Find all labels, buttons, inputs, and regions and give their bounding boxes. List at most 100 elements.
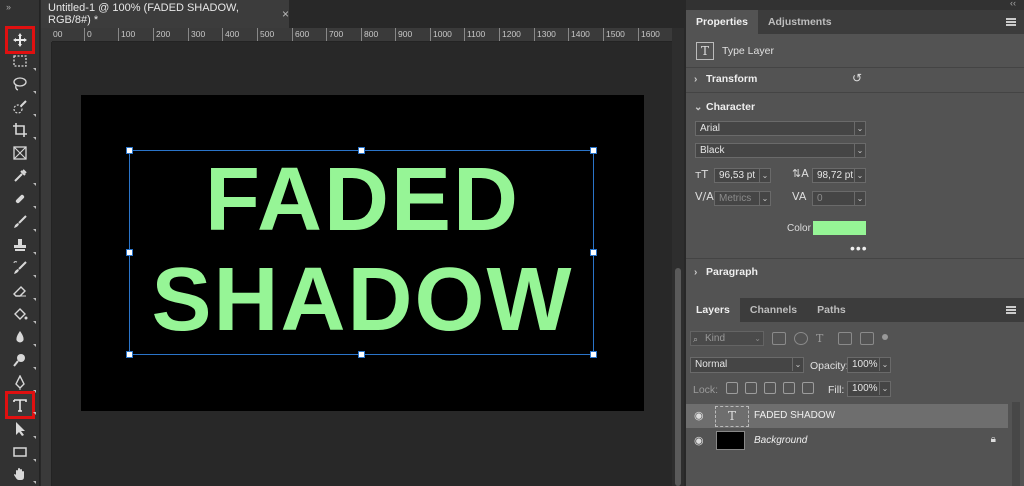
tab-layers[interactable]: Layers: [686, 298, 740, 322]
chevron-right-icon: ›: [694, 266, 698, 278]
history-brush-tool-icon[interactable]: [8, 257, 36, 279]
eyedropper-tool-icon[interactable]: [8, 165, 36, 187]
kerning-value: Metrics: [719, 193, 752, 204]
font-family-select[interactable]: Arial ⌄: [695, 121, 866, 136]
kind-filter-select[interactable]: ⌕ Kind ⌄: [690, 331, 764, 346]
chevron-right-icon: ›: [694, 73, 698, 85]
marquee-tool-icon[interactable]: [8, 50, 36, 72]
lasso-tool-icon[interactable]: [8, 73, 36, 95]
lock-position-icon[interactable]: [764, 382, 776, 394]
tracking-select[interactable]: 0 ⌄: [812, 191, 866, 206]
transform-handle-top[interactable]: [358, 147, 365, 154]
transform-bounding-box[interactable]: [126, 147, 597, 358]
crop-tool-icon[interactable]: [8, 119, 36, 141]
lock-image-icon[interactable]: [745, 382, 757, 394]
filter-toggle-icon[interactable]: [882, 333, 888, 340]
ruler-tick: 400: [222, 28, 239, 41]
brush-tool-icon[interactable]: [8, 211, 36, 233]
more-options-icon[interactable]: •••: [850, 240, 868, 256]
ruler-tick: 700: [326, 28, 343, 41]
clone-stamp-tool-icon[interactable]: [8, 234, 36, 256]
collapse-panels-icon[interactable]: ‹‹: [1010, 0, 1016, 8]
fill-select[interactable]: 100% ⌄: [847, 381, 891, 397]
scrollbar-thumb[interactable]: [675, 268, 681, 486]
paragraph-section-header[interactable]: › Paragraph: [694, 266, 758, 278]
transform-handle-right[interactable]: [590, 249, 597, 256]
chevron-down-icon: ⌄: [879, 382, 890, 395]
healing-brush-tool-icon[interactable]: [8, 188, 36, 210]
path-selection-tool-icon[interactable]: [8, 418, 36, 440]
ruler-tick: 1600: [638, 28, 660, 41]
blur-tool-icon[interactable]: [8, 326, 36, 348]
type-tool-icon[interactable]: [5, 391, 36, 419]
character-section-header[interactable]: ⌄ Character: [694, 101, 755, 113]
reset-transform-icon[interactable]: ↺: [852, 71, 862, 85]
shape-filter-icon[interactable]: [838, 332, 852, 345]
layer-row[interactable]: ◉ T FADED SHADOW: [686, 404, 1008, 428]
blend-mode-select[interactable]: Normal ⌄: [690, 357, 804, 373]
lock-all-icon[interactable]: [802, 382, 814, 394]
lock-icon: 🔒︎: [990, 434, 996, 445]
transform-section-header[interactable]: › Transform: [694, 73, 757, 85]
background-layer-thumbnail: [716, 431, 745, 450]
layer-name[interactable]: FADED SHADOW: [754, 410, 835, 421]
type-filter-icon[interactable]: T: [816, 332, 830, 345]
adjustment-filter-icon[interactable]: [794, 332, 808, 345]
vertical-ruler[interactable]: [41, 42, 52, 486]
paragraph-label: Paragraph: [706, 266, 758, 278]
frame-tool-icon[interactable]: [8, 142, 32, 164]
font-size-select[interactable]: 96,53 pt ⌄: [714, 168, 771, 183]
visibility-eye-icon[interactable]: ◉: [694, 434, 706, 447]
ruler-tick: 1500: [603, 28, 625, 41]
tab-paths[interactable]: Paths: [807, 298, 856, 322]
color-label: Color: [787, 223, 811, 234]
text-layer-thumbnail: T: [715, 406, 749, 427]
transform-handle-bottom-left[interactable]: [126, 351, 133, 358]
opacity-select[interactable]: 100% ⌄: [847, 357, 891, 373]
rectangle-tool-icon[interactable]: [8, 441, 36, 463]
text-color-swatch[interactable]: [813, 221, 866, 235]
layers-panel: Layers Channels Paths ⌕ Kind ⌄ T Normal …: [686, 298, 1024, 486]
lock-artboard-icon[interactable]: [783, 382, 795, 394]
canvas-area[interactable]: FADED SHADOW: [52, 42, 672, 486]
kerning-select[interactable]: Metrics ⌄: [714, 191, 771, 206]
document-canvas[interactable]: FADED SHADOW: [81, 95, 644, 411]
layer-name[interactable]: Background: [754, 435, 807, 446]
leading-select[interactable]: 98,72 pt ⌄: [812, 168, 866, 183]
font-style-select[interactable]: Black ⌄: [695, 143, 866, 158]
lock-transparent-icon[interactable]: [726, 382, 738, 394]
image-filter-icon[interactable]: [772, 332, 786, 345]
transform-handle-bottom[interactable]: [358, 351, 365, 358]
layers-scrollbar[interactable]: [1012, 402, 1020, 486]
properties-tabs: Properties Adjustments: [686, 10, 1024, 34]
chevron-down-icon: ⌄: [759, 192, 770, 205]
paint-bucket-tool-icon[interactable]: [8, 303, 36, 325]
eraser-tool-icon[interactable]: [8, 280, 36, 302]
tab-channels[interactable]: Channels: [740, 298, 807, 322]
horizontal-ruler[interactable]: 00 0 100 200 300 400 500 600 700 800 900…: [52, 28, 672, 42]
close-tab-icon[interactable]: ×: [282, 7, 289, 21]
quick-selection-tool-icon[interactable]: [8, 96, 36, 118]
transform-handle-bottom-right[interactable]: [590, 351, 597, 358]
hand-tool-icon[interactable]: [8, 463, 36, 485]
character-label: Character: [706, 101, 756, 113]
dodge-tool-icon[interactable]: [8, 349, 36, 371]
opacity-value: 100%: [852, 359, 878, 370]
transform-handle-left[interactable]: [126, 249, 133, 256]
tab-adjustments[interactable]: Adjustments: [758, 10, 842, 34]
tab-properties[interactable]: Properties: [686, 10, 758, 34]
tracking-value: 0: [817, 193, 823, 204]
transform-handle-top-left[interactable]: [126, 147, 133, 154]
canvas-vertical-scrollbar[interactable]: [672, 28, 684, 486]
panel-menu-icon[interactable]: [1006, 306, 1016, 314]
layer-kind-label: Type Layer: [722, 45, 774, 57]
transform-handle-top-right[interactable]: [590, 147, 597, 154]
photoshop-window: ›› Untitled-1 @ 100% (FADED SHADOW, RGB/…: [0, 0, 1024, 486]
document-tab[interactable]: Untitled-1 @ 100% (FADED SHADOW, RGB/8#)…: [41, 0, 289, 28]
panel-menu-icon[interactable]: [1006, 18, 1016, 26]
visibility-eye-icon[interactable]: ◉: [694, 409, 706, 422]
collapse-toolbar-icon[interactable]: ››: [6, 2, 11, 12]
divider: [686, 258, 1024, 259]
layer-row[interactable]: ◉ Background 🔒︎: [686, 429, 1008, 453]
smart-object-filter-icon[interactable]: [860, 332, 874, 345]
